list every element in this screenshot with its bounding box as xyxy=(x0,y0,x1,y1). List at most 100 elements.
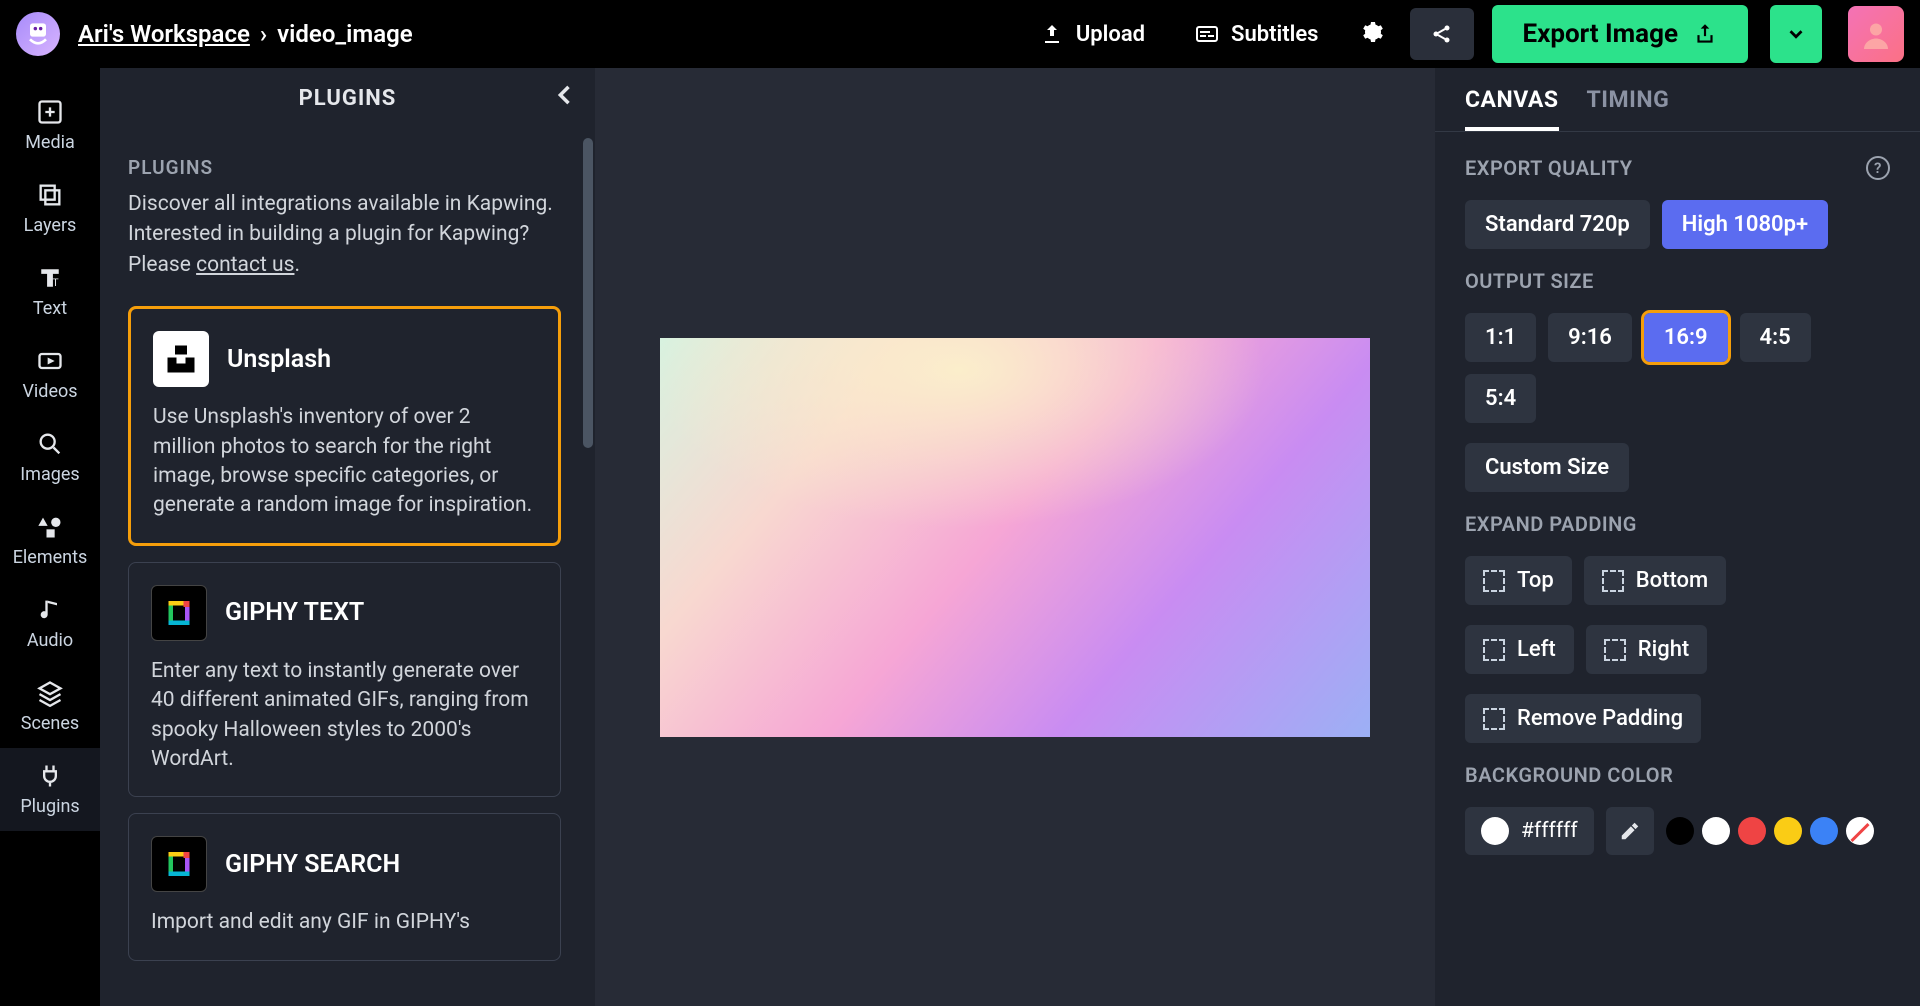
ratio-4-5-button[interactable]: 4:5 xyxy=(1740,313,1811,362)
eyedropper-icon xyxy=(1619,820,1641,842)
quality-high-button[interactable]: High 1080p+ xyxy=(1662,200,1828,249)
share-icon xyxy=(1430,22,1454,46)
user-avatar[interactable] xyxy=(1848,6,1904,62)
dashed-box-icon xyxy=(1602,570,1624,592)
export-dropdown-button[interactable] xyxy=(1770,5,1822,63)
swatch-black[interactable] xyxy=(1666,817,1694,845)
swatch-none[interactable] xyxy=(1846,817,1874,845)
dashed-box-icon xyxy=(1483,570,1505,592)
left-nav: Media Layers T Text Videos Images Elemen… xyxy=(0,68,100,1006)
nav-scenes-label: Scenes xyxy=(21,713,79,734)
plus-box-icon xyxy=(36,98,64,126)
nav-media[interactable]: Media xyxy=(0,84,100,167)
subtitles-label: Subtitles xyxy=(1231,22,1318,47)
nav-images-label: Images xyxy=(20,464,79,485)
nav-plugins[interactable]: Plugins xyxy=(0,748,100,831)
background-color-heading: BACKGROUND COLOR xyxy=(1465,763,1890,787)
shapes-icon xyxy=(36,513,64,541)
video-icon xyxy=(36,347,64,375)
swatch-blue[interactable] xyxy=(1810,817,1838,845)
svg-text:T: T xyxy=(52,276,59,289)
ratio-16-9-button[interactable]: 16:9 xyxy=(1644,313,1728,362)
bg-hex-field[interactable]: #ffffff xyxy=(1465,807,1594,855)
help-icon[interactable]: ? xyxy=(1866,156,1890,180)
nav-layers[interactable]: Layers xyxy=(0,167,100,250)
nav-images[interactable]: Images xyxy=(0,416,100,499)
swatch-yellow[interactable] xyxy=(1774,817,1802,845)
dashed-box-icon xyxy=(1604,639,1626,661)
person-icon xyxy=(1858,16,1894,52)
custom-size-button[interactable]: Custom Size xyxy=(1465,443,1629,492)
panel-scrollbar[interactable] xyxy=(583,138,593,448)
panel-collapse-button[interactable] xyxy=(551,81,579,115)
nav-text-label: Text xyxy=(33,298,67,319)
swatch-red[interactable] xyxy=(1738,817,1766,845)
plugin-name: GIPHY TEXT xyxy=(225,598,364,627)
right-panel: CANVAS TIMING EXPORT QUALITY ? Standard … xyxy=(1435,68,1920,1006)
nav-layers-label: Layers xyxy=(24,215,77,236)
export-icon xyxy=(1692,21,1718,47)
chevron-left-icon xyxy=(551,81,579,109)
quality-standard-button[interactable]: Standard 720p xyxy=(1465,200,1650,249)
plugin-name: GIPHY SEARCH xyxy=(225,850,400,879)
export-quality-heading: EXPORT QUALITY ? xyxy=(1465,156,1890,180)
music-icon xyxy=(36,596,64,624)
nav-text[interactable]: T Text xyxy=(0,250,100,333)
nav-audio[interactable]: Audio xyxy=(0,582,100,665)
current-color-swatch xyxy=(1481,817,1509,845)
hex-value: #ffffff xyxy=(1521,819,1578,843)
unsplash-icon xyxy=(153,331,209,387)
ratio-9-16-button[interactable]: 9:16 xyxy=(1548,313,1632,362)
tab-canvas[interactable]: CANVAS xyxy=(1465,86,1559,131)
plugin-card-unsplash[interactable]: Unsplash Use Unsplash's inventory of ove… xyxy=(128,306,561,546)
padding-top-button[interactable]: Top xyxy=(1465,556,1572,605)
eyedropper-button[interactable] xyxy=(1606,807,1654,855)
layers-icon xyxy=(36,181,64,209)
gear-icon xyxy=(1360,20,1384,44)
output-size-heading: OUTPUT SIZE xyxy=(1465,269,1890,293)
tab-timing[interactable]: TIMING xyxy=(1587,86,1670,131)
breadcrumb-chevron-icon: › xyxy=(260,20,267,48)
dashed-box-icon xyxy=(1483,639,1505,661)
stack-icon xyxy=(36,679,64,707)
dashed-box-icon xyxy=(1483,708,1505,730)
nav-media-label: Media xyxy=(25,132,75,153)
export-button[interactable]: Export Image xyxy=(1492,5,1748,63)
share-button[interactable] xyxy=(1410,8,1474,60)
project-name: video_image xyxy=(277,20,413,48)
chevron-down-icon xyxy=(1785,23,1807,45)
subtitles-button[interactable]: Subtitles xyxy=(1179,14,1334,55)
ratio-1-1-button[interactable]: 1:1 xyxy=(1465,313,1536,362)
nav-videos[interactable]: Videos xyxy=(0,333,100,416)
nav-elements[interactable]: Elements xyxy=(0,499,100,582)
contact-us-link[interactable]: contact us xyxy=(196,253,294,277)
plugin-card-giphy-text[interactable]: GIPHY TEXT Enter any text to instantly g… xyxy=(128,562,561,798)
canvas[interactable] xyxy=(660,338,1370,737)
remove-padding-button[interactable]: Remove Padding xyxy=(1465,694,1701,743)
ratio-5-4-button[interactable]: 5:4 xyxy=(1465,374,1536,423)
nav-elements-label: Elements xyxy=(13,547,88,568)
plugin-name: Unsplash xyxy=(227,345,331,374)
padding-bottom-button[interactable]: Bottom xyxy=(1584,556,1726,605)
plug-icon xyxy=(36,762,64,790)
plugins-section-heading: PLUGINS xyxy=(128,156,561,179)
nav-plugins-label: Plugins xyxy=(20,796,79,817)
expand-padding-heading: EXPAND PADDING xyxy=(1465,512,1890,536)
app-logo[interactable] xyxy=(16,12,60,56)
text-icon: T xyxy=(36,264,64,292)
settings-button[interactable] xyxy=(1352,12,1392,56)
export-label: Export Image xyxy=(1522,19,1678,49)
padding-left-button[interactable]: Left xyxy=(1465,625,1574,674)
padding-right-button[interactable]: Right xyxy=(1586,625,1707,674)
breadcrumb: Ari's Workspace › video_image xyxy=(78,20,413,48)
upload-label: Upload xyxy=(1076,22,1145,47)
giphy-icon xyxy=(151,585,207,641)
plugins-panel: PLUGINS PLUGINS Discover all integration… xyxy=(100,68,595,1006)
plugin-description: Use Unsplash's inventory of over 2 milli… xyxy=(153,403,536,521)
plugin-description: Import and edit any GIF in GIPHY's xyxy=(151,908,538,937)
workspace-link[interactable]: Ari's Workspace xyxy=(78,20,250,48)
upload-button[interactable]: Upload xyxy=(1024,14,1161,55)
nav-scenes[interactable]: Scenes xyxy=(0,665,100,748)
swatch-white[interactable] xyxy=(1702,817,1730,845)
plugin-card-giphy-search[interactable]: GIPHY SEARCH Import and edit any GIF in … xyxy=(128,813,561,960)
